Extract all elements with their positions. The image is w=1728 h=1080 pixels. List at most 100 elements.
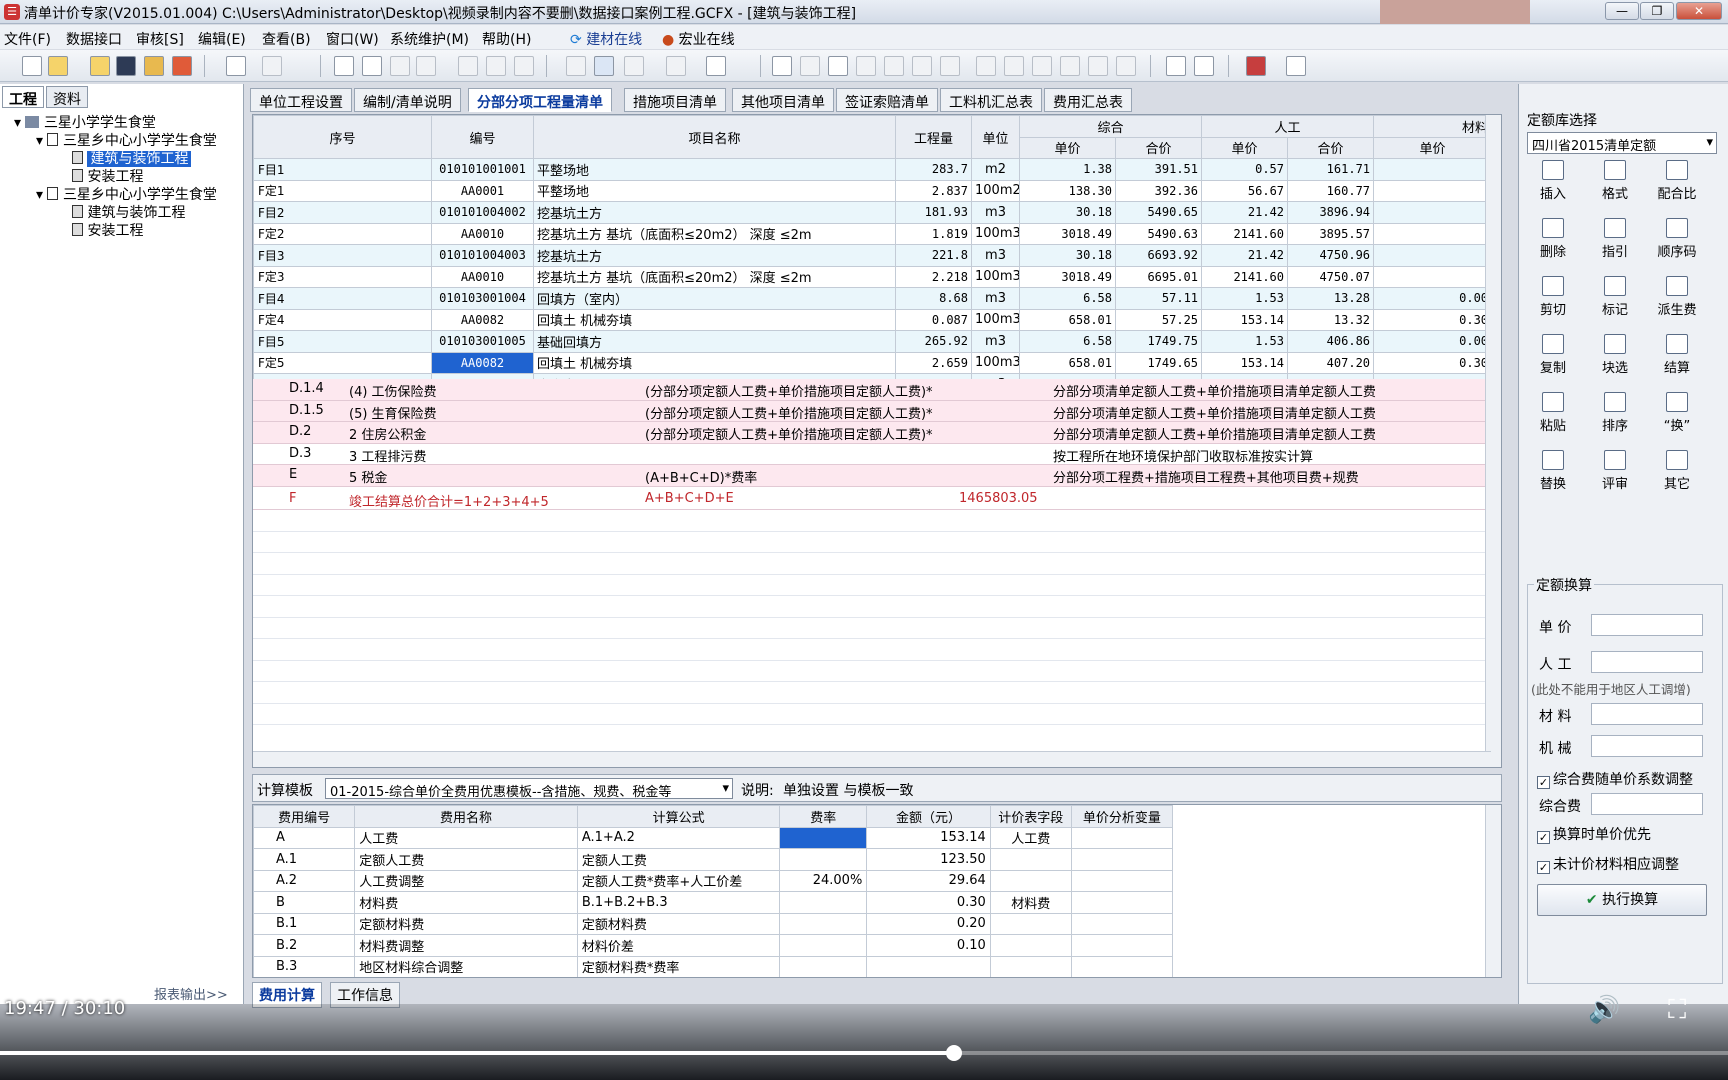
empty-row[interactable]: [253, 553, 1485, 575]
cell-composite-price[interactable]: 6.58: [1019, 287, 1116, 310]
guide-button[interactable]: 指引: [1587, 214, 1643, 268]
header-material[interactable]: 材料: [1373, 115, 1493, 138]
cell-composite-total[interactable]: 392.36: [1114, 179, 1203, 202]
fee-summary-row[interactable]: E 5 税金 (A+B+C+D)*费率 分部分项工程费+措施项目工程费+其他项目费+规…: [253, 465, 1485, 487]
export-icon[interactable]: [144, 56, 164, 76]
full-box-icon[interactable]: [1088, 56, 1108, 76]
quota-library-select[interactable]: 四川省2015清单定额 ▾: [1527, 132, 1717, 154]
lock-icon[interactable]: [624, 56, 644, 76]
book-icon[interactable]: [1246, 56, 1266, 76]
cell-labor-price[interactable]: 1.53: [1201, 330, 1289, 353]
menu-view[interactable]: 查看(B): [262, 29, 311, 49]
cell-composite-price[interactable]: 3018.49: [1019, 222, 1116, 245]
cell-labor-price[interactable]: 2141.60: [1201, 222, 1289, 245]
empty-row[interactable]: [253, 618, 1485, 639]
cell-qty[interactable]: 181.93: [895, 201, 972, 224]
fee-vertical-scrollbar[interactable]: [1485, 805, 1501, 977]
cell-material-price[interactable]: [1373, 244, 1493, 267]
cell-seq[interactable]: F定4: [253, 308, 432, 331]
cell-name[interactable]: 挖基坑土方 基坑（底面积≤20m2） 深度 ≤2m: [533, 222, 896, 245]
undo-icon[interactable]: [226, 56, 246, 76]
cell-name[interactable]: 回填方（室内）: [533, 287, 896, 310]
cell-composite-price[interactable]: 30.18: [1019, 201, 1116, 224]
fee-cell-rate[interactable]: [779, 934, 868, 957]
cell-labor-total[interactable]: 3895.57: [1287, 222, 1375, 245]
table-row[interactable]: F定2 AA0010 挖基坑土方 基坑（底面积≤20m2） 深度 ≤2m 1.819 1…: [253, 222, 1493, 245]
open-file-icon[interactable]: [48, 56, 68, 76]
fee-cell-var[interactable]: [1070, 869, 1174, 892]
fee-cell-amount[interactable]: 0.10: [866, 934, 991, 957]
cell-labor-total[interactable]: 13.32: [1287, 308, 1375, 331]
cell-unit[interactable]: 100m2: [971, 179, 1020, 202]
cut-button[interactable]: 剪切: [1525, 272, 1581, 326]
copy-button[interactable]: 复制: [1525, 330, 1581, 384]
fee-summary-row[interactable]: F 竣工结算总价合计=1+2+3+4+5 A+B+C+D+E 1465803.05: [253, 489, 1485, 510]
fee-row[interactable]: B.3 地区材料综合调整 定额材料费*费率: [253, 955, 1174, 977]
tree-node-sub2[interactable]: ▾ 三星乡中心小学学生食堂: [36, 184, 217, 204]
cell-code[interactable]: 010103001004: [431, 287, 534, 310]
cell-unit[interactable]: 100m3: [971, 265, 1020, 288]
cell-composite-price[interactable]: 658.01: [1019, 351, 1116, 374]
fee-cell-formula[interactable]: 材料价差: [576, 934, 781, 957]
tree-node-sub1[interactable]: ▾ 三星乡中心小学学生食堂: [36, 130, 217, 150]
fee-summary-row[interactable]: D.1.5 (5) 生育保险费 (分部分项定额人工费+单价措施项目定额人工费)* 分部…: [253, 400, 1485, 422]
cell-labor-price[interactable]: 1.53: [1201, 287, 1289, 310]
fee-row[interactable]: A 人工费 A.1+A.2 153.14 人工费: [253, 826, 1174, 849]
cell-composite-total[interactable]: 1749.75: [1114, 330, 1203, 353]
cell-unit[interactable]: 100m3: [971, 351, 1020, 374]
page-setup-icon[interactable]: [706, 56, 726, 76]
unit-price-input[interactable]: [1591, 614, 1703, 636]
cell-material-price[interactable]: 0.00: [1373, 330, 1493, 353]
header-labor-price[interactable]: 单价: [1201, 136, 1289, 159]
menu-materials-online[interactable]: ⟳ 建材在线: [570, 29, 642, 49]
cell-composite-price[interactable]: 138.30: [1019, 179, 1116, 202]
cell-composite-total[interactable]: 6693.92: [1114, 244, 1203, 267]
copy-icon[interactable]: [458, 56, 478, 76]
check-circle-icon[interactable]: [940, 56, 960, 76]
composite-input[interactable]: [1591, 793, 1703, 815]
fee-cell-field[interactable]: [989, 848, 1072, 871]
cell-code[interactable]: AA0010: [431, 222, 534, 245]
cell-unit[interactable]: m2: [971, 158, 1020, 181]
header-qty[interactable]: 工程量: [895, 115, 972, 159]
table-row[interactable]: F定3 AA0010 挖基坑土方 基坑（底面积≤20m2） 深度 ≤2m 2.218 1…: [253, 265, 1493, 288]
cell-labor-total[interactable]: 4750.96: [1287, 244, 1375, 267]
cell-seq[interactable]: F定3: [253, 265, 432, 288]
cell-qty[interactable]: 221.8: [895, 244, 972, 267]
fee-cell-name[interactable]: 定额人工费: [354, 848, 578, 871]
unit-circle-icon[interactable]: [884, 56, 904, 76]
close-button[interactable]: ✕: [1676, 2, 1722, 20]
cell-composite-total[interactable]: 5490.63: [1114, 222, 1203, 245]
fee-cell-var[interactable]: [1070, 826, 1174, 849]
cell-labor-total[interactable]: 3896.94: [1287, 201, 1375, 224]
cell-material-price[interactable]: [1373, 201, 1493, 224]
cell-qty[interactable]: 265.92: [895, 330, 972, 353]
table-view-icon[interactable]: [1166, 56, 1186, 76]
insert-button[interactable]: 插入: [1525, 156, 1581, 210]
fee-cell-formula[interactable]: 定额人工费: [576, 848, 781, 871]
link-icon[interactable]: [566, 56, 586, 76]
tree-node-building-1[interactable]: 建筑与装饰工程: [72, 148, 192, 168]
fee-row[interactable]: B.1 定额材料费 定额材料费 0.20: [253, 912, 1174, 935]
menu-window[interactable]: 窗口(W): [326, 29, 379, 49]
tab-notes[interactable]: 编制/清单说明: [354, 88, 461, 112]
cell-qty[interactable]: 1.819: [895, 222, 972, 245]
cell-code[interactable]: AA0082: [431, 308, 534, 331]
item-box-icon[interactable]: [976, 56, 996, 76]
fee-cell-field[interactable]: 材料费: [989, 891, 1072, 914]
check-price-priority[interactable]: ✓ 换算时单价优先: [1537, 824, 1651, 844]
tree-node-building-2[interactable]: 建筑与装饰工程: [72, 202, 185, 222]
cell-unit[interactable]: 100m3: [971, 308, 1020, 331]
cell-unit[interactable]: m3: [971, 330, 1020, 353]
cell-labor-total[interactable]: 407.20: [1287, 351, 1375, 374]
replace-button[interactable]: 替换: [1525, 446, 1581, 500]
cell-unit[interactable]: m3: [971, 287, 1020, 310]
collapse-icon[interactable]: ▾: [36, 187, 43, 203]
tab-material-summary[interactable]: 工料机汇总表: [940, 88, 1042, 112]
merge-icon[interactable]: [486, 56, 506, 76]
fee-header[interactable]: 费用名称: [354, 805, 578, 828]
fee-cell-amount[interactable]: [866, 955, 991, 977]
minimize-button[interactable]: —: [1605, 2, 1639, 20]
header-composite-price[interactable]: 单价: [1019, 136, 1116, 159]
print-preview-icon[interactable]: [362, 56, 382, 76]
